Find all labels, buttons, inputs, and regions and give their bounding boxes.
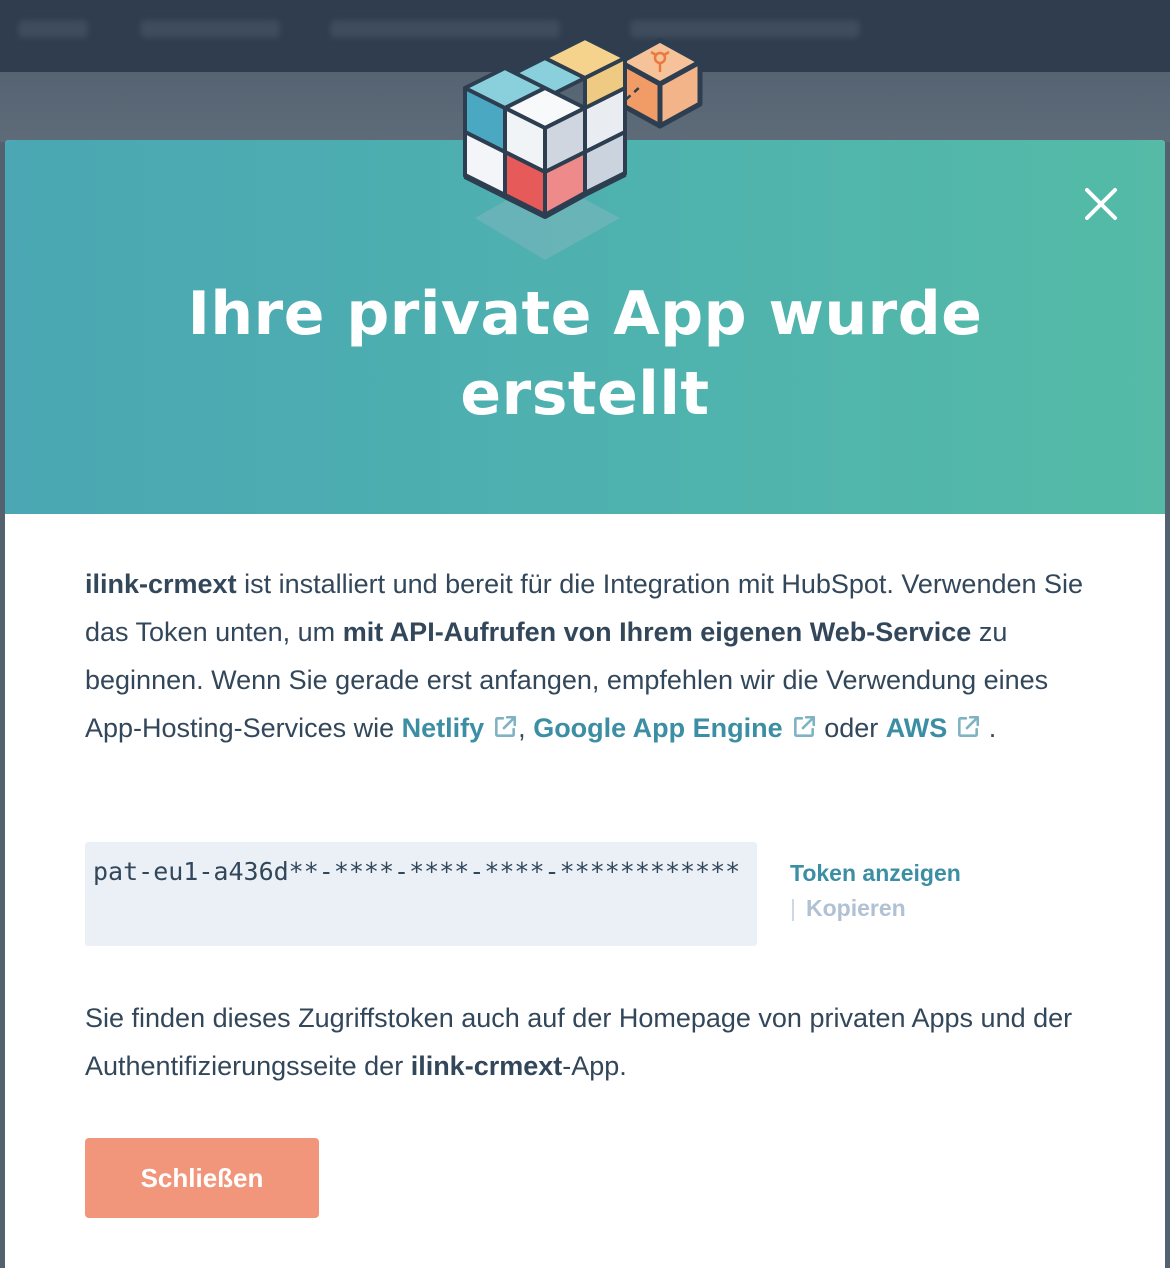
access-token-field[interactable]: pat-eu1-a436d**-****-****-****-*********… — [85, 842, 757, 946]
intro-bold-phrase: mit API-Aufrufen von Ihrem eigenen Web-S… — [342, 617, 972, 647]
netlify-link[interactable]: Netlify — [402, 713, 519, 743]
dialog-title-line-1: Ihre private App wurde — [187, 279, 983, 349]
private-app-created-dialog: Ihre private App wurde erstellt ilink-cr… — [5, 140, 1165, 1268]
close-button[interactable]: Schließen — [85, 1138, 319, 1218]
dialog-title-line-2: erstellt — [460, 359, 710, 429]
google-app-engine-link-label: Google App Engine — [533, 713, 783, 743]
aws-link-label: AWS — [885, 713, 948, 743]
google-app-engine-link[interactable]: Google App Engine — [533, 713, 817, 743]
dialog-title: Ihre private App wurde erstellt — [85, 274, 1085, 434]
external-link-icon — [958, 715, 980, 737]
blurred-nav-item — [18, 20, 88, 38]
aws-link[interactable]: AWS — [886, 713, 982, 743]
period: . — [988, 713, 997, 743]
comma: , — [518, 713, 526, 743]
token-actions: Token anzeigen | Kopieren — [790, 856, 1050, 926]
copy-token-label: Kopieren — [805, 895, 906, 921]
note-text-2: -App. — [562, 1051, 627, 1081]
app-name: ilink-crmext — [85, 569, 237, 599]
separator: | — [790, 895, 796, 921]
external-link-icon — [793, 715, 815, 737]
blurred-nav-item — [140, 20, 280, 38]
show-token-link[interactable]: Token anzeigen — [790, 856, 1050, 890]
close-icon — [1085, 188, 1117, 220]
copy-token-link[interactable]: | Kopieren — [790, 890, 1050, 926]
note-app-name: ilink-crmext — [410, 1051, 563, 1081]
intro-paragraph: ilink-crmext ist installiert und bereit … — [85, 560, 1095, 752]
text-or: oder — [816, 713, 886, 743]
external-link-icon — [495, 715, 517, 737]
token-section: pat-eu1-a436d**-****-****-****-*********… — [85, 842, 1085, 946]
token-location-note: Sie finden dieses Zugriffstoken auch auf… — [85, 994, 1095, 1090]
close-dialog-button[interactable] — [1083, 186, 1119, 222]
stacked-cubes-illustration — [463, 36, 703, 260]
netlify-link-label: Netlify — [401, 713, 485, 743]
